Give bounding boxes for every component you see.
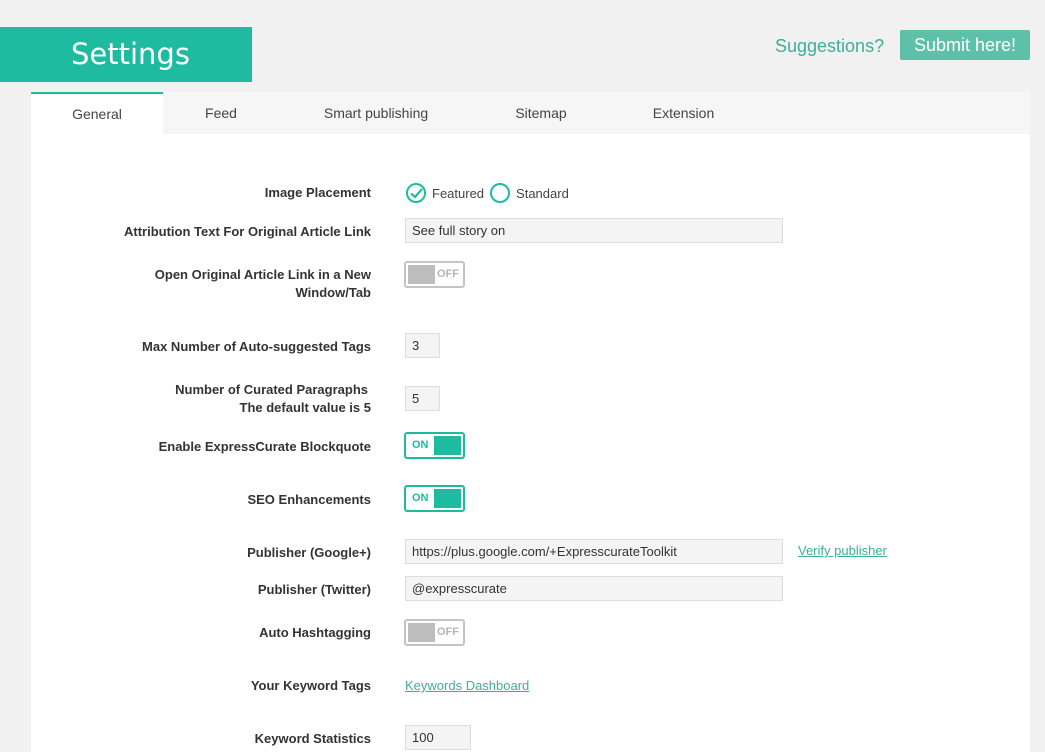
tab-bar: General Feed Smart publishing Sitemap Ex… (31, 92, 1030, 134)
attribution-text-input[interactable]: See full story on (405, 218, 783, 243)
toggle-knob (434, 436, 461, 455)
curated-paragraphs-label-line2: The default value is 5 (239, 400, 372, 415)
radio-featured[interactable] (406, 183, 426, 203)
max-tags-input[interactable]: 3 (405, 333, 440, 358)
publisher-google-input[interactable]: https://plus.google.com/+ExpresscurateTo… (405, 539, 783, 564)
toggle-state-label: OFF (437, 626, 459, 638)
publisher-google-label: Publisher (Google+) (247, 545, 371, 560)
auto-hashtag-label: Auto Hashtagging (259, 625, 371, 640)
tab-smart-publishing[interactable]: Smart publishing (311, 92, 441, 134)
publisher-twitter-input[interactable]: @expresscurate (405, 576, 783, 601)
keyword-tags-label: Your Keyword Tags (250, 678, 371, 693)
radio-featured-label: Featured (432, 185, 485, 201)
curated-paragraphs-label: Number of Curated Paragraphs The default… (71, 381, 371, 417)
toggle-knob (408, 623, 435, 642)
seo-label: SEO Enhancements (247, 492, 371, 507)
image-placement-label: Image Placement (264, 185, 371, 200)
max-tags-label: Max Number of Auto-suggested Tags (142, 339, 371, 354)
radio-standard[interactable] (490, 183, 511, 203)
submit-here-button[interactable]: Submit here! (900, 30, 1030, 60)
open-new-window-label-line2: Window/Tab (295, 285, 371, 300)
checkmark-icon (410, 188, 423, 199)
curated-paragraphs-input[interactable]: 5 (405, 386, 440, 411)
toggle-knob (408, 265, 435, 284)
suggestions-text: Suggestions? (775, 36, 885, 56)
open-new-window-label-line1: Open Original Article Link in a New (154, 267, 371, 282)
tab-extension[interactable]: Extension (641, 92, 726, 134)
radio-standard-label: Standard (516, 185, 569, 201)
seo-toggle[interactable]: ON (404, 485, 465, 512)
keywords-dashboard-link[interactable]: Keywords Dashboard (405, 678, 529, 693)
publisher-twitter-label: Publisher (Twitter) (257, 582, 371, 597)
open-new-window-toggle[interactable]: OFF (404, 261, 465, 288)
blockquote-toggle[interactable]: ON (404, 432, 465, 459)
toggle-state-label: OFF (437, 268, 459, 280)
toggle-knob (434, 489, 461, 508)
blockquote-label: Enable ExpressCurate Blockquote (158, 439, 371, 454)
auto-hashtag-toggle[interactable]: OFF (404, 619, 465, 646)
open-new-window-label: Open Original Article Link in a New Wind… (71, 266, 371, 302)
tab-general[interactable]: General (31, 92, 163, 134)
keyword-statistics-input[interactable]: 100 (405, 725, 471, 750)
tab-sitemap[interactable]: Sitemap (501, 92, 581, 134)
page-title: Settings (0, 27, 252, 82)
toggle-state-label: ON (412, 439, 429, 451)
tab-feed[interactable]: Feed (181, 92, 261, 134)
verify-publisher-link[interactable]: Verify publisher (798, 543, 887, 558)
image-placement-radio-group: Featured Standard (406, 183, 575, 203)
keyword-statistics-label: Keyword Statistics (254, 731, 371, 746)
attribution-text-label: Attribution Text For Original Article Li… (123, 224, 371, 239)
settings-panel: General Feed Smart publishing Sitemap Ex… (31, 92, 1030, 752)
curated-paragraphs-label-line1: Number of Curated Paragraphs (175, 382, 368, 397)
toggle-state-label: ON (412, 492, 429, 504)
